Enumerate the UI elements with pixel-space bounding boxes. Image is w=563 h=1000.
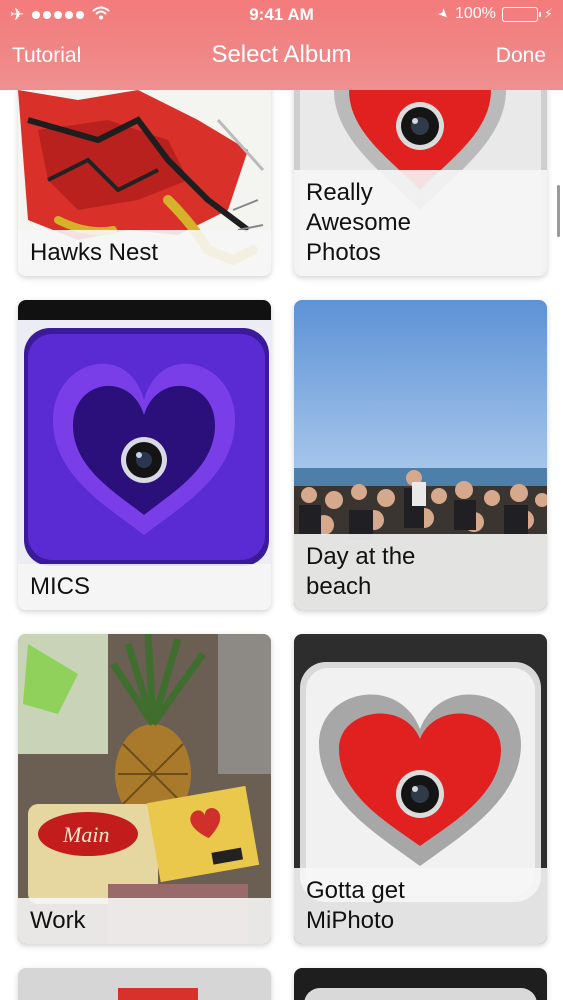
album-card-gotta-get-miphoto[interactable]: Gotta get MiPhoto	[294, 634, 547, 944]
album-card-work[interactable]: Main Work	[18, 634, 271, 944]
battery-icon	[501, 6, 541, 22]
album-title: Work	[18, 898, 271, 944]
done-button[interactable]: Done	[496, 44, 546, 68]
album-title: MICS	[18, 564, 271, 610]
album-thumbnail	[294, 968, 547, 1000]
nav-bar: Tutorial Select Album Done	[0, 38, 563, 74]
album-card-really-awesome-photos[interactable]: Really Awesome Photos	[294, 60, 547, 276]
charging-bolt-icon: ⚡	[543, 6, 553, 21]
album-card-mics[interactable]: MICS	[18, 300, 271, 610]
album-card-hawks-nest[interactable]: Hawks Nest	[18, 60, 271, 276]
svg-text:Main: Main	[62, 822, 109, 847]
album-title: Really Awesome Photos	[294, 170, 547, 276]
album-card-partial-left[interactable]	[18, 968, 271, 1000]
status-bar: ✈ 9:41 AM ➤ 100% ⚡	[0, 0, 563, 30]
navigation-header: ✈ 9:41 AM ➤ 100% ⚡ Tutorial Select Album…	[0, 0, 563, 90]
album-card-partial-right[interactable]	[294, 968, 547, 1000]
album-grid[interactable]: Hawks Nest Really Awesome Photos MICS Da…	[0, 0, 563, 1000]
album-thumbnail	[18, 968, 271, 1000]
album-title: Day at the beach	[294, 534, 547, 610]
scroll-indicator[interactable]	[557, 185, 560, 237]
album-card-day-at-the-beach[interactable]: Day at the beach	[294, 300, 547, 610]
album-title: Gotta get MiPhoto	[294, 868, 547, 944]
album-title: Hawks Nest	[18, 230, 271, 276]
battery-percent: 100%	[454, 5, 496, 22]
page-title: Select Album	[211, 41, 352, 68]
